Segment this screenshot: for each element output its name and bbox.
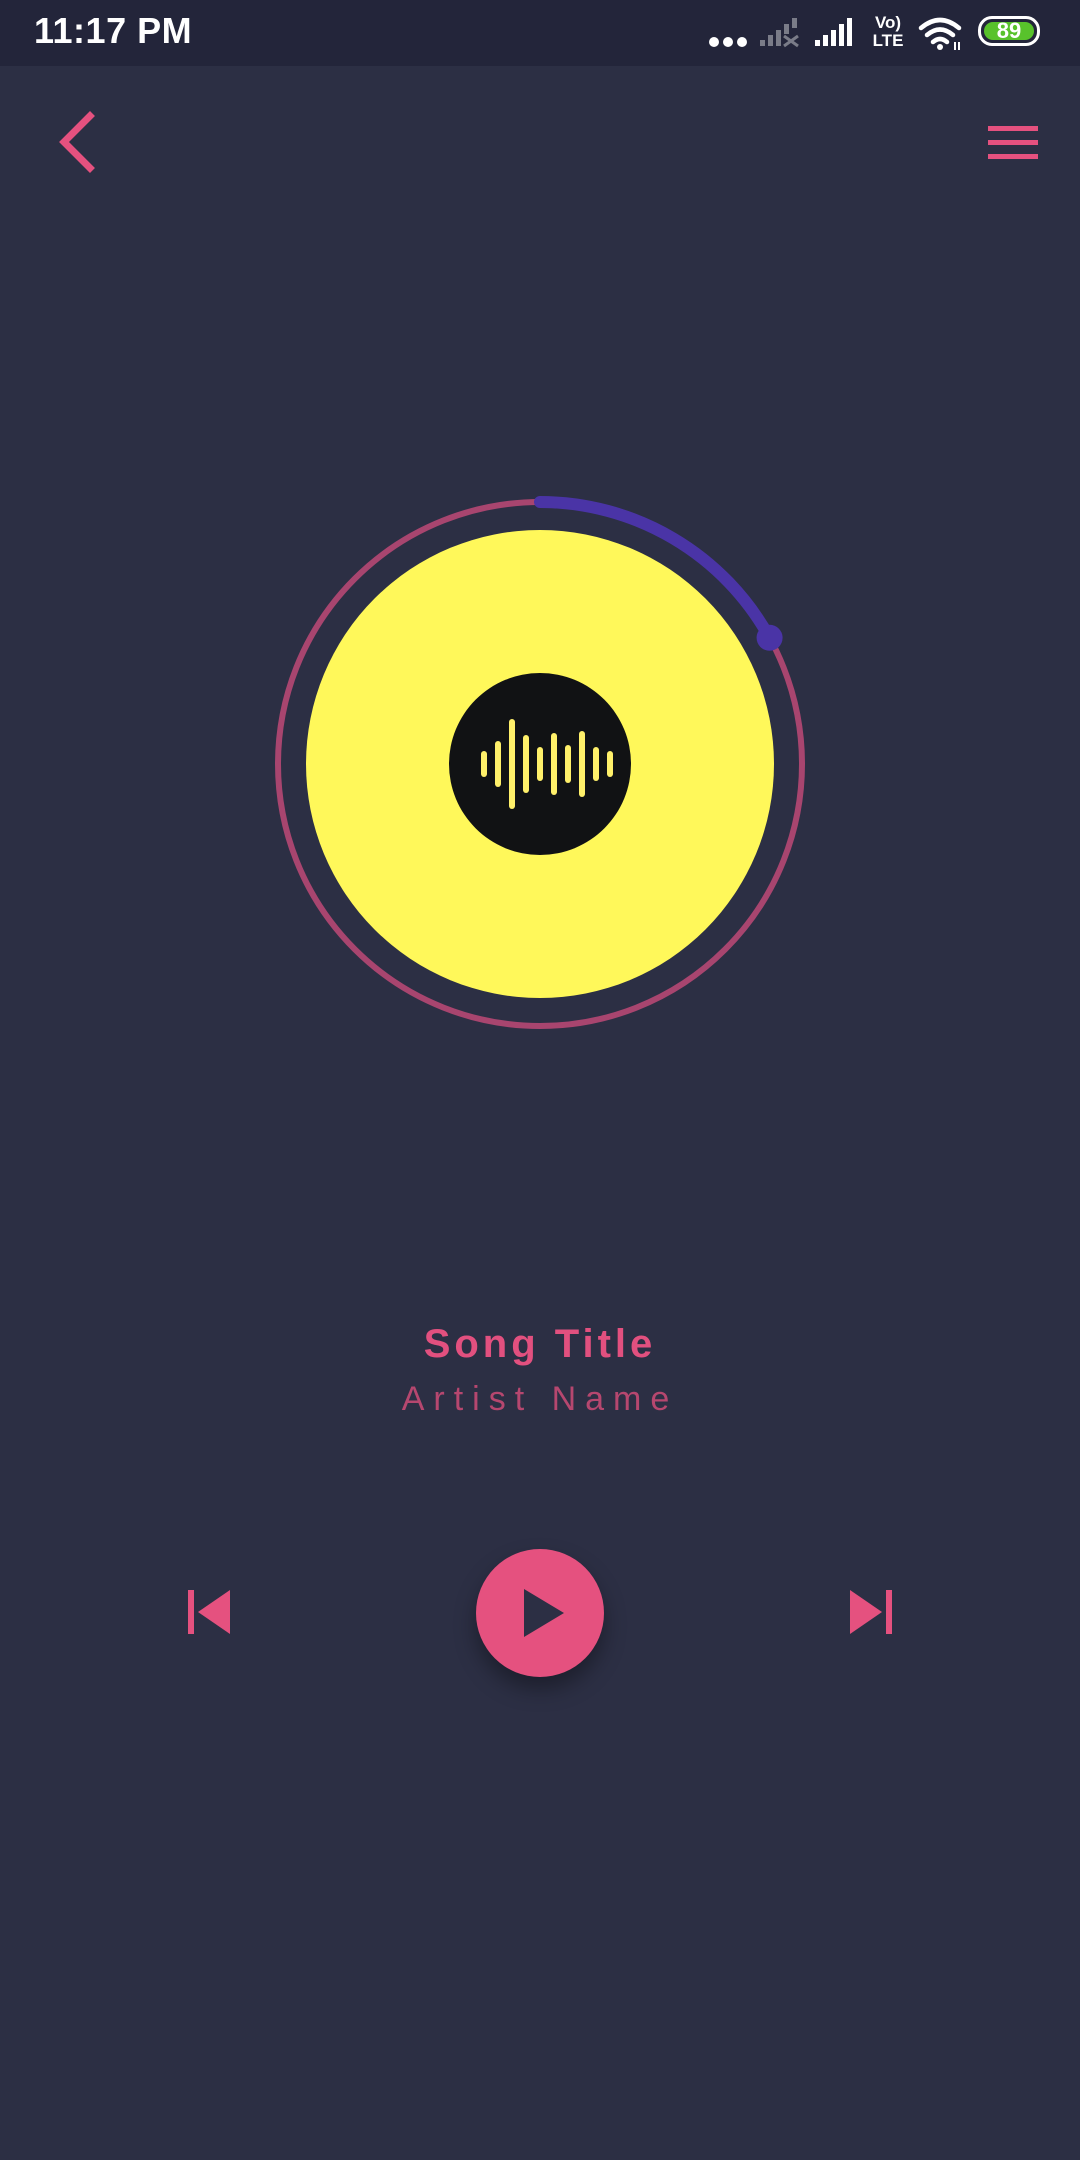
volte-label: Vo) xyxy=(874,13,902,32)
song-title: Song Title xyxy=(423,1322,657,1366)
more-dots-icon xyxy=(709,37,747,47)
lte-label: LTE xyxy=(872,31,904,50)
signal-icon xyxy=(815,18,852,46)
menu-button[interactable] xyxy=(980,118,1046,168)
signal-no-service-icon xyxy=(760,18,799,48)
volte-icon: Vo) LTE xyxy=(870,14,906,50)
chevron-left-icon xyxy=(59,111,95,173)
status-bar: 11:17 PM Vo) LTE 89 xyxy=(0,0,1080,66)
album-disc xyxy=(272,496,808,1032)
battery-percent: 89 xyxy=(996,18,1022,43)
next-button[interactable] xyxy=(842,1584,902,1640)
skip-previous-icon xyxy=(188,1590,230,1634)
status-time: 11:17 PM xyxy=(34,10,193,51)
wifi-icon xyxy=(918,17,962,50)
previous-button[interactable] xyxy=(180,1584,240,1640)
progress-thumb[interactable] xyxy=(756,624,783,651)
disc-svg xyxy=(275,496,805,1029)
skip-next-icon xyxy=(850,1590,892,1634)
hamburger-menu-icon xyxy=(988,126,1038,159)
battery-icon: 89 xyxy=(978,16,1040,46)
back-button[interactable] xyxy=(50,106,110,178)
play-button[interactable] xyxy=(476,1549,604,1677)
play-icon xyxy=(524,1589,564,1637)
artist-name: Artist Name xyxy=(401,1380,679,1418)
